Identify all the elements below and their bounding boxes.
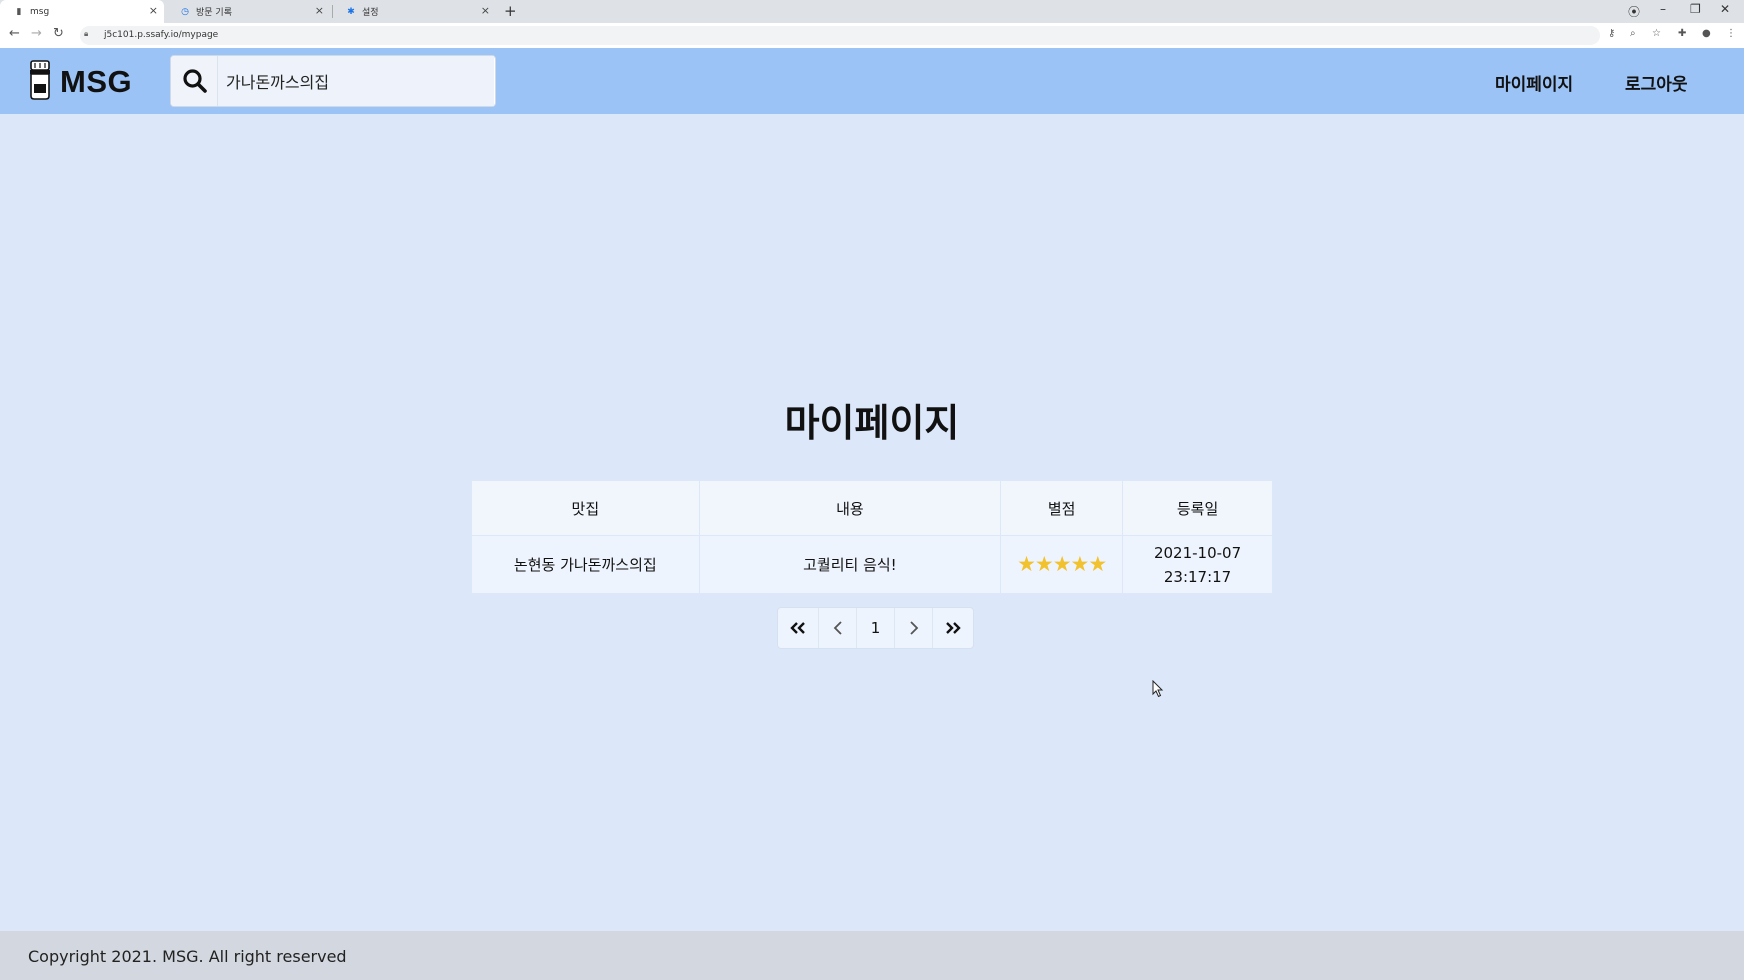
tab-history[interactable]: ◷ 방문 기록 × — [166, 0, 330, 23]
time-text: 23:17:17 — [1163, 567, 1232, 586]
copyright-text: Copyright 2021. MSG. All right reserved — [28, 947, 347, 966]
browser-tab-bar: ▮ msg × ◷ 방문 기록 × ✱ 설정 × + ⦿ – ❐ ✕ — [0, 0, 1744, 23]
search-button[interactable] — [171, 56, 218, 106]
next-page-button[interactable] — [895, 608, 933, 648]
last-page-button[interactable] — [933, 608, 973, 648]
profile-record-icon[interactable]: ⦿ — [1628, 3, 1640, 20]
url-field[interactable]: j5c101.p.ssafy.io/mypage — [80, 26, 1600, 45]
pagination: 1 — [777, 607, 974, 649]
nav-logout-link[interactable]: 로그아웃 — [1625, 70, 1688, 95]
tab-close-icon[interactable]: × — [481, 4, 490, 17]
tab-title: 방문 기록 — [196, 8, 232, 18]
tab-msg[interactable]: ▮ msg × — [0, 0, 164, 23]
review-table: 맛집 내용 별점 등록일 논현동 가나돈까스의집 고퀄리티 음식! ★★★★★ … — [471, 480, 1273, 594]
double-chevron-left-icon — [790, 622, 805, 634]
double-chevron-right-icon — [946, 622, 961, 634]
page-title: 마이페이지 — [784, 401, 960, 445]
restore-button[interactable]: ❐ — [1690, 2, 1701, 16]
column-header-content: 내용 — [698, 480, 1002, 536]
table-header-row: 맛집 내용 별점 등록일 — [471, 480, 1273, 536]
logo-text[interactable]: MSG — [60, 64, 132, 100]
reload-icon[interactable]: ↻ — [53, 26, 64, 41]
table-row[interactable]: 논현동 가나돈까스의집 고퀄리티 음식! ★★★★★ 2021-10-07 23… — [471, 535, 1273, 594]
key-icon[interactable]: ⚷ — [1608, 28, 1615, 39]
chevron-right-icon — [909, 621, 918, 635]
lock-icon[interactable]: 🔒︎ — [84, 29, 88, 39]
close-window-button[interactable]: ✕ — [1720, 2, 1730, 16]
tab-title: 설정 — [362, 8, 379, 18]
url-text: j5c101.p.ssafy.io/mypage — [104, 30, 219, 40]
address-bar: ← → ↻ j5c101.p.ssafy.io/mypage 🔒︎ ⚷ ⌕ ☆ … — [0, 23, 1744, 49]
tab-title: msg — [30, 6, 50, 17]
profile-avatar-icon[interactable]: ● — [1702, 28, 1711, 39]
tab-close-icon[interactable]: × — [315, 4, 324, 17]
site-footer: Copyright 2021. MSG. All right reserved — [0, 931, 1744, 980]
search-bar — [170, 55, 496, 107]
forward-arrow-icon[interactable]: → — [31, 26, 42, 41]
nav-mypage-link[interactable]: 마이페이지 — [1495, 70, 1573, 95]
minimize-button[interactable]: – — [1660, 2, 1666, 16]
tab-settings[interactable]: ✱ 설정 × — [332, 0, 496, 23]
search-input[interactable] — [218, 56, 494, 106]
date-cell: 2021-10-07 23:17:17 — [1122, 535, 1273, 594]
content-cell: 고퀄리티 음식! — [698, 535, 1002, 594]
column-header-restaurant: 맛집 — [471, 480, 700, 536]
date-text: 2021-10-07 — [1153, 543, 1242, 562]
extensions-icon[interactable]: ✚ — [1678, 28, 1686, 39]
salt-shaker-logo-icon[interactable] — [28, 60, 52, 100]
menu-kebab-icon[interactable]: ⋮ — [1726, 28, 1736, 39]
rating-cell: ★★★★★ — [1000, 535, 1124, 594]
chevron-left-icon — [833, 621, 842, 635]
zoom-icon[interactable]: ⌕ — [1630, 28, 1636, 39]
new-tab-button[interactable]: + — [504, 2, 517, 20]
site-header: MSG 마이페이지 로그아웃 — [0, 48, 1744, 114]
bookmark-star-icon[interactable]: ☆ — [1652, 28, 1661, 39]
back-arrow-icon[interactable]: ← — [9, 26, 20, 41]
mouse-cursor-icon — [1152, 680, 1164, 698]
trashcan-icon: ▮ — [16, 6, 22, 17]
tab-close-icon[interactable]: × — [149, 4, 158, 17]
history-icon: ◷ — [181, 6, 189, 17]
prev-page-button[interactable] — [819, 608, 857, 648]
page-number-button[interactable]: 1 — [857, 608, 895, 648]
gear-icon: ✱ — [347, 6, 355, 17]
search-icon — [183, 69, 207, 93]
star-rating-icon: ★★★★★ — [1017, 551, 1107, 576]
column-header-date: 등록일 — [1122, 480, 1273, 536]
first-page-button[interactable] — [778, 608, 819, 648]
column-header-rating: 별점 — [1000, 480, 1124, 536]
restaurant-cell[interactable]: 논현동 가나돈까스의집 — [471, 535, 700, 594]
